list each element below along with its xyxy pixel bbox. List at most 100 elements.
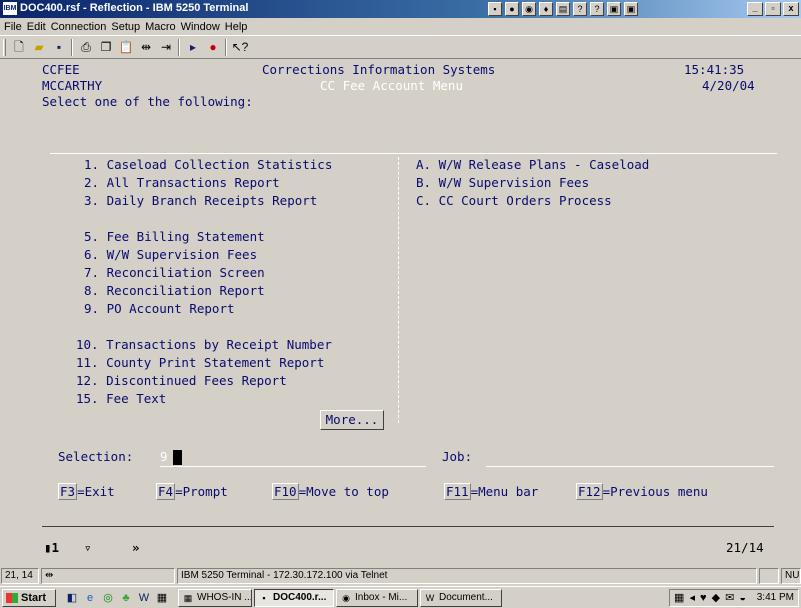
window-title: DOC400.rsf - Reflection - IBM 5250 Termi… <box>20 2 249 14</box>
show-desktop-icon[interactable]: ◧ <box>64 591 80 606</box>
num-lock-indicator: NU <box>781 568 801 584</box>
window-alt-icon[interactable]: ▣ <box>624 2 638 16</box>
option-5[interactable]: 5. Fee Billing Statement <box>84 229 265 245</box>
internet-explorer-icon[interactable]: e <box>82 591 98 606</box>
menu-edit[interactable]: Edit <box>27 21 51 33</box>
taskbar-clock[interactable]: 3:41 PM <box>757 592 794 603</box>
f10-key[interactable]: F10 <box>272 483 299 500</box>
new-document-icon[interactable]: 🗋 <box>10 39 28 56</box>
more-button[interactable]: More... <box>320 410 384 430</box>
record-macro-icon[interactable]: ● <box>204 39 222 56</box>
taskbar-item-document[interactable]: W Document... <box>420 589 502 607</box>
status-cursor-position: 21, 14 <box>1 568 39 584</box>
open-folder-icon[interactable]: ▰ <box>30 39 48 56</box>
menu-instruction: Select one of the following: <box>42 94 253 109</box>
f3-exit-key[interactable]: F3 =Exit <box>58 483 115 500</box>
record-icon[interactable]: ● <box>505 2 519 16</box>
f3-label: =Exit <box>77 484 115 499</box>
f11-key[interactable]: F11 <box>444 483 471 500</box>
f3-key[interactable]: F3 <box>58 483 78 500</box>
context-help-icon[interactable]: ↖? <box>231 39 249 56</box>
selection-input[interactable]: 9 <box>160 449 168 465</box>
option-1[interactable]: 1. Caseload Collection Statistics <box>84 157 332 173</box>
windows-logo-icon <box>6 593 18 603</box>
f12-previous-menu-key[interactable]: F12 =Previous menu <box>576 483 708 500</box>
option-7[interactable]: 7. Reconciliation Screen <box>84 265 265 281</box>
option-8[interactable]: 8. Reconciliation Report <box>84 283 265 299</box>
browser-icon[interactable]: ◎ <box>100 591 116 606</box>
option-12[interactable]: 12. Discontinued Fees Report <box>76 373 287 389</box>
option-6[interactable]: 6. W/W Supervision Fees <box>84 247 257 263</box>
option-c[interactable]: C. CC Court Orders Process <box>416 193 612 209</box>
f11-menu-bar-key[interactable]: F11 =Menu bar <box>444 483 538 500</box>
option-10[interactable]: 10. Transactions by Receipt Number <box>76 337 332 353</box>
f10-move-top-key[interactable]: F10 =Move to top <box>272 483 389 500</box>
taskbar-item-doc400[interactable]: ▪ DOC400.r... <box>254 589 334 607</box>
word-document-icon: W <box>425 593 435 603</box>
close-button[interactable]: x <box>783 2 799 16</box>
app-icon[interactable]: ▦ <box>154 591 170 606</box>
connect-icon[interactable]: ⇹ <box>137 39 155 56</box>
title-bar-toolbar: ▪ ● ◉ ♦ ▤ ? ? ▣ ▣ <box>488 2 638 16</box>
window-title-bar[interactable]: IBM DOC400.rsf - Reflection - IBM 5250 T… <box>0 0 801 18</box>
menu-window[interactable]: Window <box>181 21 225 33</box>
save-icon[interactable]: ▪ <box>50 39 68 56</box>
terminal-screen[interactable]: CCFEE Corrections Information Systems 15… <box>2 60 797 565</box>
toolbar-separator <box>225 39 227 56</box>
toolbar-grip[interactable] <box>3 39 6 56</box>
f12-key[interactable]: F12 <box>576 483 603 500</box>
system-date: 4/20/04 <box>702 78 755 93</box>
terminal-icon: ▪ <box>262 593 266 603</box>
job-input[interactable] <box>486 466 774 467</box>
menu-bar: File Edit Connection Setup Macro Window … <box>0 18 801 35</box>
connection-status-icon: ⇹ <box>41 568 175 584</box>
paste-icon[interactable]: 📋 <box>117 39 135 56</box>
option-15[interactable]: 15. Fee Text <box>76 391 166 407</box>
option-9[interactable]: 9. PO Account Report <box>84 301 235 317</box>
menu-file[interactable]: File <box>4 21 27 33</box>
network-icon[interactable]: ♦ <box>539 2 553 16</box>
minimize-button[interactable]: _ <box>747 2 763 16</box>
selection-label: Selection: <box>58 449 134 464</box>
question-icon[interactable]: ? <box>590 2 604 16</box>
tray-icons[interactable]: ▦ ◂ ♥ ◆ ✉ ◒ <box>674 591 747 604</box>
option-a[interactable]: A. W/W Release Plans - Caseload <box>416 157 649 173</box>
start-button[interactable]: Start <box>2 589 56 607</box>
taskbar-item-inbox[interactable]: ◉ Inbox - Mi... <box>336 589 418 607</box>
menu-connection[interactable]: Connection <box>51 21 112 33</box>
f4-key[interactable]: F4 <box>156 483 176 500</box>
chart-icon[interactable]: ▤ <box>556 2 570 16</box>
menu-help[interactable]: Help <box>225 21 253 33</box>
play-macro-icon[interactable]: ▸ <box>184 39 202 56</box>
option-3[interactable]: 3. Daily Branch Receipts Report <box>84 193 317 209</box>
system-tray: ▦ ◂ ♥ ◆ ✉ ◒ 3:41 PM <box>669 589 799 607</box>
option-b[interactable]: B. W/W Supervision Fees <box>416 175 589 191</box>
menu-macro[interactable]: Macro <box>145 21 181 33</box>
session-icon[interactable]: ▪ <box>488 2 502 16</box>
job-label: Job: <box>442 449 473 464</box>
menu-column-divider <box>398 157 399 423</box>
globe-icon[interactable]: ◉ <box>522 2 536 16</box>
system-time: 15:41:35 <box>684 62 745 77</box>
disconnect-icon[interactable]: ⇥ <box>157 39 175 56</box>
taskbar-item-whos-in[interactable]: ▦ WHOS-IN ... <box>178 589 252 607</box>
quick-launch-icon[interactable]: ♣ <box>118 591 134 606</box>
insert-mode-icon: » <box>132 540 140 555</box>
copy-icon[interactable]: ❐ <box>97 39 115 56</box>
option-2[interactable]: 2. All Transactions Report <box>84 175 280 191</box>
help-icon[interactable]: ? <box>573 2 587 16</box>
session-indicator: ▮1 <box>44 540 60 555</box>
toolbar: 🗋 ▰ ▪ ⎙ ❐ 📋 ⇹ ⇥ ▸ ● ↖? <box>0 35 801 59</box>
menu-setup[interactable]: Setup <box>111 21 145 33</box>
library-name: CCFEE <box>42 62 80 77</box>
print-icon[interactable]: ⎙ <box>77 39 95 56</box>
window-icon[interactable]: ▣ <box>607 2 621 16</box>
reflection-app-icon[interactable]: IBM <box>3 2 17 15</box>
option-11[interactable]: 11. County Print Statement Report <box>76 355 324 371</box>
maximize-button[interactable]: ▫ <box>765 2 781 16</box>
user-name: MCCARTHY <box>42 78 103 93</box>
window-controls: _ ▫ x <box>747 2 799 16</box>
toolbar-separator <box>71 39 73 56</box>
f4-prompt-key[interactable]: F4 =Prompt <box>156 483 228 500</box>
word-icon[interactable]: W <box>136 591 152 606</box>
